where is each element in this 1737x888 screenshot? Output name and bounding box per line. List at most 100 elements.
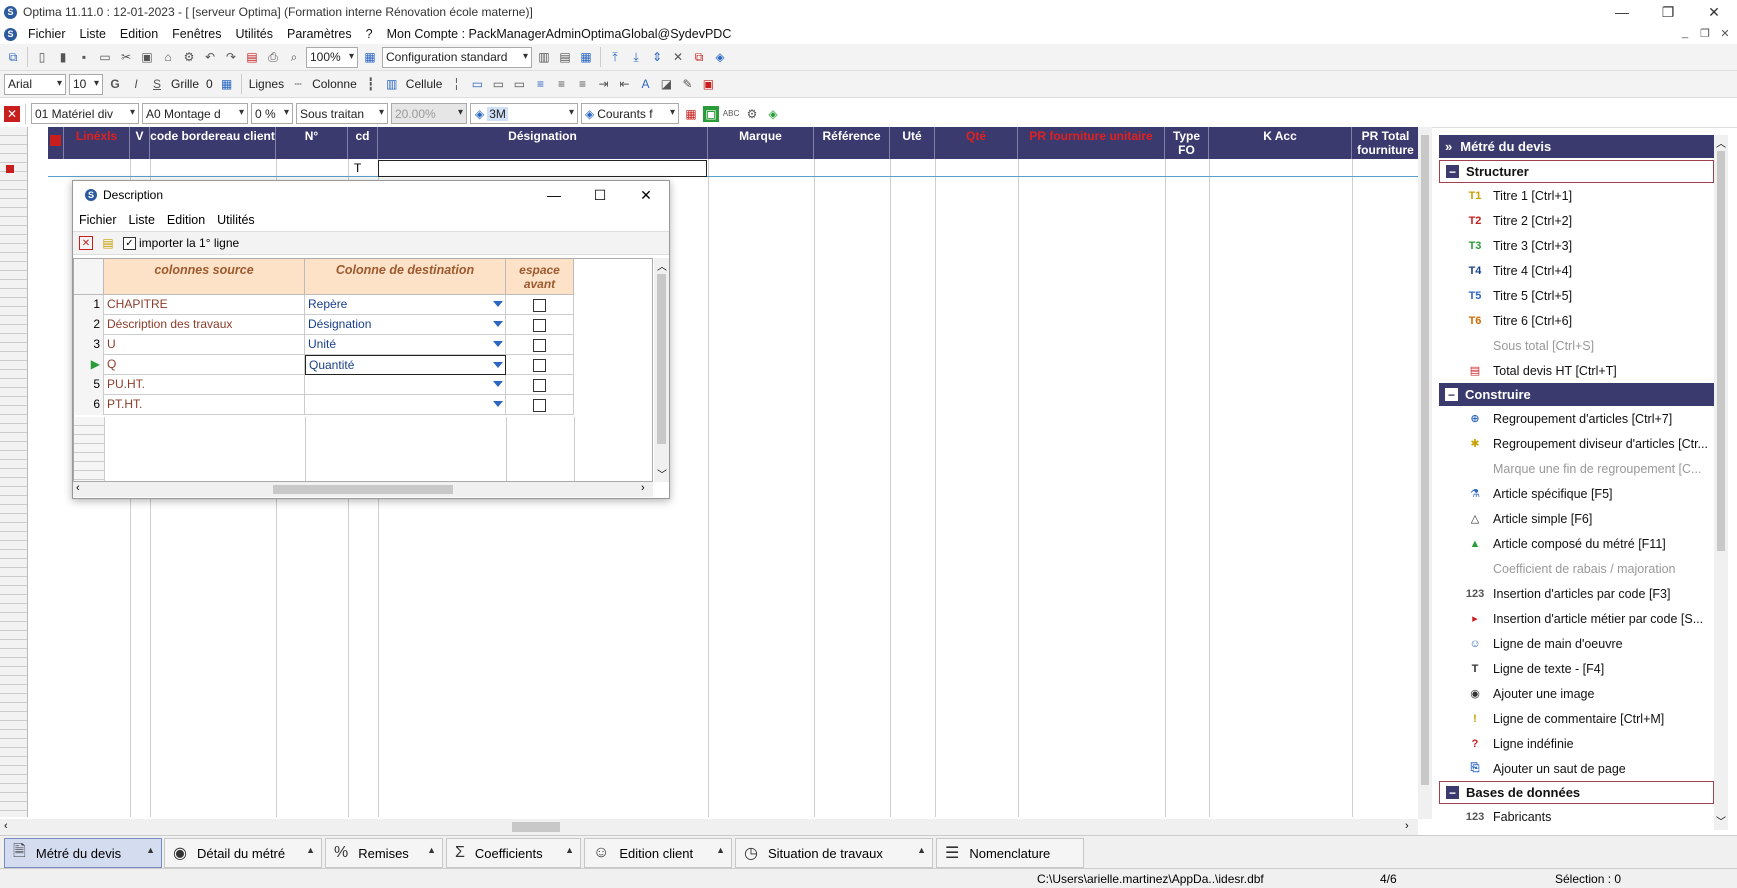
font-select[interactable]: Arial ▾	[4, 73, 66, 95]
dialog-close-button[interactable]: ✕	[623, 181, 669, 209]
panel-action-item[interactable]: ▸ Insertion d'article métier par code [S.…	[1439, 606, 1714, 631]
space-before-checkbox[interactable]	[533, 378, 546, 392]
grid-header-10[interactable]: PR fourniture unitaire	[1018, 127, 1165, 159]
mapping-row[interactable]: 2 Déscription des travaux Désignation	[74, 315, 574, 335]
panel-action-item[interactable]: ✱ Regroupement diviseur d'articles [Ctr..…	[1439, 431, 1714, 456]
config-icon-2[interactable]: ▤	[556, 48, 574, 66]
collapse-icon[interactable]: −	[1446, 786, 1459, 800]
undo-icon[interactable]: ↶	[201, 48, 219, 66]
minimize-button[interactable]: —	[1599, 0, 1645, 24]
chevron-down-icon[interactable]	[493, 341, 503, 347]
grid-hscroll-thumb[interactable]	[512, 822, 560, 832]
chevron-down-icon[interactable]	[493, 321, 503, 327]
menu-edition[interactable]: Edition	[113, 27, 165, 41]
panel-action-item[interactable]: ◉ Ajouter une image	[1439, 681, 1714, 706]
dialog-scroll-down-icon[interactable]: ﹀	[657, 466, 667, 481]
menu-utilites[interactable]: Utilités	[229, 27, 281, 41]
refresh-icon[interactable]: ◈	[764, 105, 782, 123]
copy-icon[interactable]: ▮	[54, 48, 72, 66]
tab-3[interactable]: Σ Coefficients ▲	[446, 838, 581, 868]
space-before-checkbox[interactable]	[533, 398, 546, 412]
panel-section-1[interactable]: − Construire	[1439, 383, 1714, 406]
grid-corner-icon[interactable]	[48, 127, 64, 159]
lot-select[interactable]: 01 Matériel div ▾	[31, 103, 139, 124]
grid-header-2[interactable]: code bordereau client	[150, 127, 276, 159]
panel-action-item[interactable]: ⎘ Ajouter un saut de page	[1439, 756, 1714, 781]
scroll-left-icon[interactable]: ‹	[4, 820, 8, 832]
source-column-cell[interactable]: U	[104, 335, 305, 355]
dialog-hscrollbar[interactable]: ‹ ›	[73, 482, 653, 497]
percent-select[interactable]: 0 % ▾	[251, 103, 293, 124]
grid-value[interactable]: 0	[206, 77, 213, 91]
menu-help[interactable]: ?	[359, 27, 380, 41]
grid-header-1[interactable]: V	[130, 127, 150, 159]
space-before-checkbox[interactable]	[533, 318, 546, 332]
format-icon[interactable]: ▥	[383, 75, 401, 93]
panel-action-item[interactable]: T Ligne de texte - [F4]	[1439, 656, 1714, 681]
source-column-cell[interactable]: PT.HT.	[104, 395, 305, 415]
brand-select[interactable]: ◈ 3M ▾	[470, 103, 578, 124]
chevron-down-icon[interactable]	[493, 301, 503, 307]
close-button[interactable]: ✕	[1691, 0, 1737, 24]
outdent-icon[interactable]: ⇤	[615, 75, 633, 93]
bold-icon[interactable]: G	[106, 75, 124, 93]
save-config-icon[interactable]: ▦	[361, 48, 379, 66]
grid-icon[interactable]: ▦	[218, 75, 236, 93]
grid-hscrollbar[interactable]: ‹ ›	[0, 819, 1418, 835]
dialog-scroll-right-icon[interactable]: ›	[641, 482, 645, 494]
grid-header-3[interactable]: N°	[276, 127, 348, 159]
cut-icon[interactable]: ✂	[117, 48, 135, 66]
brush-icon[interactable]: ✎	[678, 75, 696, 93]
settings-icon[interactable]: ⚙	[180, 48, 198, 66]
dialog-minimize-button[interactable]: —	[531, 181, 577, 209]
dialog-vscrollbar[interactable]: ︿ ﹀	[654, 258, 669, 482]
panel-action-item[interactable]: △ Article simple [F6]	[1439, 506, 1714, 531]
source-column-cell[interactable]: CHAPITRE	[104, 295, 305, 315]
dialog-scroll-up-icon[interactable]: ︿	[657, 258, 667, 273]
import-first-line-checkbox[interactable]: ✓	[123, 236, 136, 250]
grid-row[interactable]: T	[48, 159, 1418, 177]
grid-header-12[interactable]: K Acc	[1209, 127, 1352, 159]
tab-1[interactable]: ◉ Détail du métré ▲	[164, 838, 322, 868]
panel-scroll-up-icon[interactable]: ︿	[1716, 135, 1726, 150]
italic-icon[interactable]: I	[127, 75, 145, 93]
valign-top-icon[interactable]: ▭	[468, 75, 486, 93]
tab-menu-icon[interactable]: ▲	[427, 845, 436, 855]
grid-header-11[interactable]: Type FO	[1165, 127, 1209, 159]
pdf-icon[interactable]: ▤	[243, 48, 261, 66]
panel-action-item[interactable]: T3 Titre 3 [Ctrl+3]	[1439, 233, 1714, 258]
panel-action-item[interactable]: ⊕ Regroupement d'articles [Ctrl+7]	[1439, 406, 1714, 431]
panel-action-item[interactable]: ▲ Article composé du métré [F11]	[1439, 531, 1714, 556]
menu-parametres[interactable]: Paramètres	[280, 27, 359, 41]
source-column-cell[interactable]: PU.HT.	[104, 375, 305, 395]
windows-icon[interactable]: ⧉	[4, 48, 22, 66]
tab-6[interactable]: ☰ Nomenclature	[936, 838, 1084, 868]
preview-icon[interactable]: ⌕	[285, 48, 303, 66]
delete-icon[interactable]: ✕	[4, 105, 20, 122]
move-top-icon[interactable]: ⤒	[606, 48, 624, 66]
space-before-checkbox[interactable]	[533, 338, 546, 352]
align-left-icon[interactable]: ≡	[531, 75, 549, 93]
chevron-down-icon[interactable]	[493, 401, 503, 407]
dialog-menu-edition[interactable]: Edition	[161, 213, 211, 227]
menu-fenetres[interactable]: Fenêtres	[165, 27, 228, 41]
optima-icon[interactable]: ◈	[711, 48, 729, 66]
panel-action-item[interactable]: T2 Titre 2 [Ctrl+2]	[1439, 208, 1714, 233]
zoom-select[interactable]: 100% ▾	[306, 46, 358, 68]
dialog-menu-fichier[interactable]: Fichier	[73, 213, 123, 227]
mdi-minimize-button[interactable]: _	[1677, 26, 1693, 40]
dest-column-select[interactable]: Désignation	[305, 315, 506, 335]
dialog-menu-utilites[interactable]: Utilités	[211, 213, 261, 227]
menu-account[interactable]: Mon Compte : PackManagerAdminOptimaGloba…	[380, 27, 739, 41]
tab-menu-icon[interactable]: ▲	[565, 845, 574, 855]
reset-format-icon[interactable]: ▣	[699, 75, 717, 93]
tab-2[interactable]: % Remises ▲	[325, 838, 443, 868]
gear-icon[interactable]: ⚙	[743, 105, 761, 123]
move-down-icon[interactable]: ⤓	[627, 48, 645, 66]
panel-action-item[interactable]: ☺ Ligne de main d'oeuvre	[1439, 631, 1714, 656]
panel-action-item[interactable]: T1 Titre 1 [Ctrl+1]	[1439, 183, 1714, 208]
mapping-row[interactable]: 6 PT.HT.	[74, 395, 574, 415]
dialog-maximize-button[interactable]: ☐	[577, 181, 623, 209]
panel-action-item[interactable]: T6 Titre 6 [Ctrl+6]	[1439, 308, 1714, 333]
source-column-cell[interactable]: Q	[104, 355, 305, 375]
